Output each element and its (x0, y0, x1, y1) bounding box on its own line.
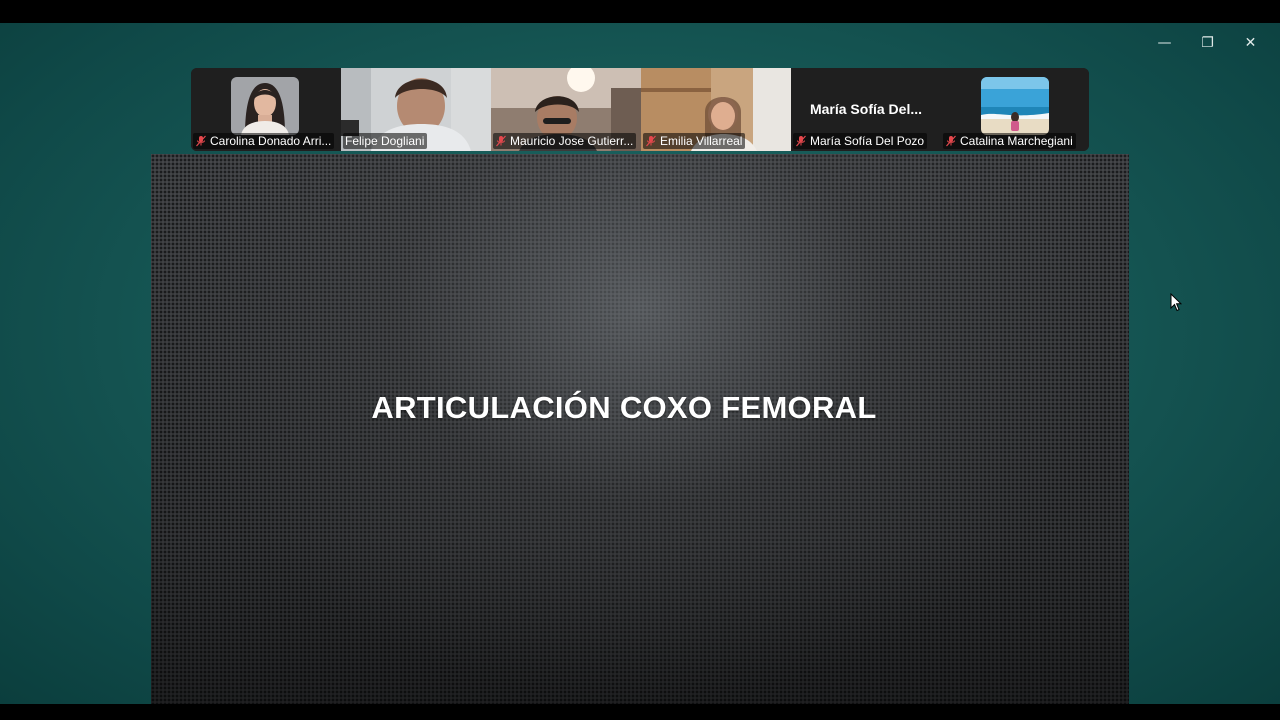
mic-muted-icon (946, 135, 956, 147)
window-controls: — ❐ ✕ (1143, 33, 1272, 53)
participant-name: Carolina Donado Arri... (210, 134, 332, 148)
minimize-button[interactable]: — (1143, 33, 1186, 53)
participant-name: María Sofía Del Pozo (810, 134, 925, 148)
participant-name: Emilia Villarreal (660, 134, 743, 148)
participant-name-label: María Sofía Del Pozo (793, 133, 928, 149)
participant-name-label: Emilia Villarreal (643, 133, 746, 149)
shared-screen[interactable]: ARTICULACIÓN COXO FEMORAL (151, 154, 1129, 704)
participant-name-label: Felipe Dogliani (343, 133, 428, 149)
slide-title: ARTICULACIÓN COXO FEMORAL (371, 390, 877, 425)
participant-name-label: Carolina Donado Arri... (193, 133, 335, 149)
mouse-cursor-icon (1170, 293, 1182, 312)
participant-tile[interactable]: Emilia Villarreal (641, 68, 791, 151)
participant-tile[interactable]: Catalina Marchegiani (941, 68, 1089, 151)
participant-tile[interactable]: María Sofía Del... María Sofía Del Pozo (791, 68, 941, 151)
participant-name: Mauricio Jose Gutierr... (510, 134, 634, 148)
participant-strip: Carolina Donado Arri... Felipe Dogliani (191, 68, 1089, 151)
participant-tile[interactable]: Carolina Donado Arri... (191, 68, 341, 151)
participant-name: Catalina Marchegiani (960, 134, 1073, 148)
meeting-window: — ❐ ✕ Carolina Donado Arri... Felipe Dog… (0, 23, 1280, 704)
participant-tile-active-speaker[interactable]: Felipe Dogliani (341, 68, 491, 151)
participant-tile[interactable]: Mauricio Jose Gutierr... (491, 68, 641, 151)
close-button[interactable]: ✕ (1229, 33, 1272, 53)
participant-name: Felipe Dogliani (345, 134, 425, 148)
participant-name-label: Mauricio Jose Gutierr... (493, 133, 637, 149)
participant-name-label: Catalina Marchegiani (943, 133, 1076, 149)
mic-muted-icon (796, 135, 806, 147)
avatar (231, 77, 299, 135)
mic-muted-icon (646, 135, 656, 147)
avatar (981, 77, 1049, 135)
mic-muted-icon (196, 135, 206, 147)
participant-display-name: María Sofía Del... (809, 101, 923, 117)
mic-muted-icon (496, 135, 506, 147)
restore-button[interactable]: ❐ (1186, 33, 1229, 53)
